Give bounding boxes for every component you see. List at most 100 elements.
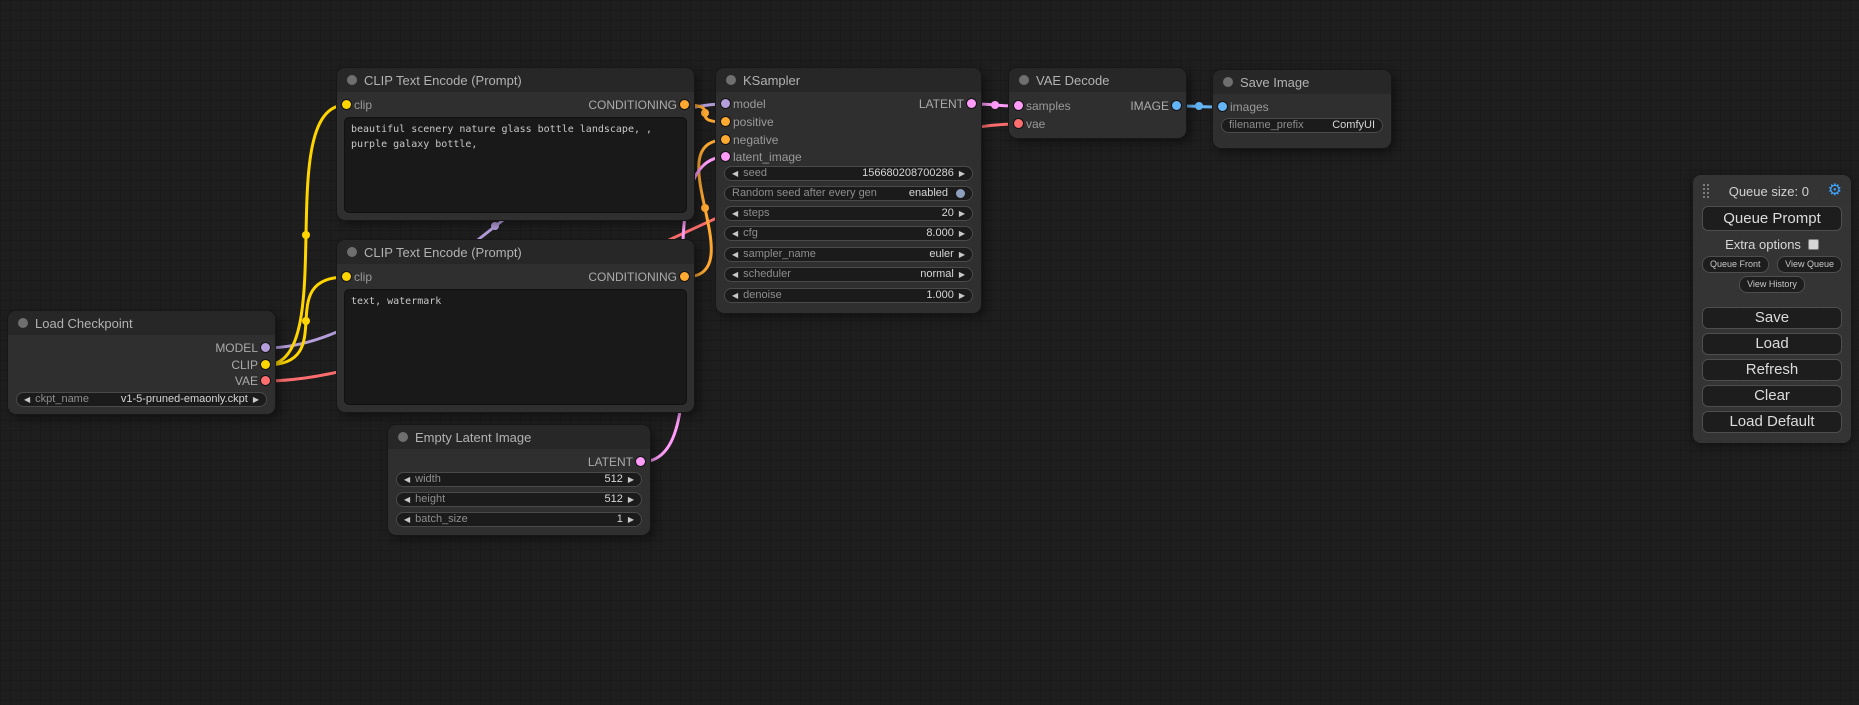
node-empty-latent-image[interactable]: Empty Latent Image LATENT ◀ width 512 ▶ … [388,425,650,535]
widget-seed[interactable]: ◀ seed 156680208700286 ▶ [724,166,973,181]
node-title: VAE Decode [1036,73,1109,88]
output-dot-conditioning[interactable] [680,100,689,109]
load-default-button[interactable]: Load Default [1702,411,1842,433]
node-titlebar[interactable]: CLIP Text Encode (Prompt) [337,68,694,92]
widget-sampler-name[interactable]: ◀ sampler_name euler ▶ [724,247,973,262]
input-dot-samples[interactable] [1014,101,1023,110]
node-title: Empty Latent Image [415,430,531,445]
decrement-icon[interactable]: ◀ [404,516,410,524]
increment-icon[interactable]: ▶ [959,251,965,259]
widget-batch-size[interactable]: ◀ batch_size 1 ▶ [396,512,642,527]
node-title: KSampler [743,73,800,88]
decrement-icon[interactable]: ◀ [732,271,738,279]
increment-icon[interactable]: ▶ [959,230,965,238]
link-dot [991,101,999,109]
input-dot-latent-image[interactable] [721,152,730,161]
decrement-icon[interactable]: ◀ [404,496,410,504]
node-load-checkpoint[interactable]: Load Checkpoint MODEL CLIP VAE ◀ ckpt_na… [8,311,275,414]
increment-icon[interactable]: ▶ [628,496,634,504]
input-dot-positive[interactable] [721,117,730,126]
output-dot-latent[interactable] [967,99,976,108]
node-title: Save Image [1240,75,1309,90]
increment-icon[interactable]: ▶ [628,516,634,524]
output-slot-latent: LATENT [588,455,633,469]
node-save-image[interactable]: Save Image images filename_prefix ComfyU… [1213,70,1391,148]
decrement-icon[interactable]: ◀ [24,396,30,404]
input-dot-clip[interactable] [342,272,351,281]
widget-scheduler[interactable]: ◀ scheduler normal ▶ [724,267,973,282]
collapse-dot-icon[interactable] [1223,77,1233,87]
prompt-textarea[interactable]: beautiful scenery nature glass bottle la… [345,118,686,212]
node-ksampler[interactable]: KSampler model positive negative latent_… [716,68,981,313]
prompt-textarea[interactable]: text, watermark [345,290,686,404]
decrement-icon[interactable]: ◀ [732,230,738,238]
collapse-dot-icon[interactable] [347,247,357,257]
widget-filename-prefix[interactable]: filename_prefix ComfyUI [1221,118,1383,133]
queue-front-button[interactable]: Queue Front [1702,256,1769,273]
increment-icon[interactable]: ▶ [628,476,634,484]
decrement-icon[interactable]: ◀ [404,476,410,484]
link-dot [1195,102,1203,110]
node-clip-text-encode-negative[interactable]: CLIP Text Encode (Prompt) clip CONDITION… [337,240,694,412]
node-titlebar[interactable]: CLIP Text Encode (Prompt) [337,240,694,264]
increment-icon[interactable]: ▶ [959,292,965,300]
widget-ckpt-name[interactable]: ◀ ckpt_name v1-5-pruned-emaonly.ckpt ▶ [16,392,267,407]
decrement-icon[interactable]: ◀ [732,251,738,259]
toggle-icon[interactable] [956,189,965,198]
save-button[interactable]: Save [1702,307,1842,329]
increment-icon[interactable]: ▶ [959,271,965,279]
decrement-icon[interactable]: ◀ [732,292,738,300]
input-dot-vae[interactable] [1014,119,1023,128]
output-slot-conditioning: CONDITIONING [588,98,677,112]
node-titlebar[interactable]: VAE Decode [1009,68,1186,92]
widget-steps[interactable]: ◀ steps 20 ▶ [724,206,973,221]
clear-button[interactable]: Clear [1702,385,1842,407]
drag-handle-icon[interactable] [1702,183,1710,199]
output-dot-model[interactable] [261,343,270,352]
input-dot-negative[interactable] [721,135,730,144]
increment-icon[interactable]: ▶ [959,210,965,218]
output-dot-clip[interactable] [261,360,270,369]
widget-height[interactable]: ◀ height 512 ▶ [396,492,642,507]
settings-gear-icon[interactable]: ⚙ [1828,183,1842,199]
node-clip-text-encode-positive[interactable]: CLIP Text Encode (Prompt) clip CONDITION… [337,68,694,220]
increment-icon[interactable]: ▶ [959,170,965,178]
output-dot-image[interactable] [1172,101,1181,110]
output-dot-vae[interactable] [261,376,270,385]
collapse-dot-icon[interactable] [1019,75,1029,85]
node-vae-decode[interactable]: VAE Decode samples vae IMAGE [1009,68,1186,138]
refresh-button[interactable]: Refresh [1702,359,1842,381]
node-titlebar[interactable]: Save Image [1213,70,1391,94]
view-queue-button[interactable]: View Queue [1777,256,1842,273]
node-graph-canvas[interactable]: Load Checkpoint MODEL CLIP VAE ◀ ckpt_na… [0,0,1859,705]
node-titlebar[interactable]: KSampler [716,68,981,92]
link-dot [701,109,709,117]
extra-options-checkbox[interactable] [1808,239,1819,250]
node-title: CLIP Text Encode (Prompt) [364,73,522,88]
node-titlebar[interactable]: Empty Latent Image [388,425,650,449]
input-dot-images[interactable] [1218,102,1227,111]
node-titlebar[interactable]: Load Checkpoint [8,311,275,335]
widget-width[interactable]: ◀ width 512 ▶ [396,472,642,487]
collapse-dot-icon[interactable] [347,75,357,85]
queue-prompt-button[interactable]: Queue Prompt [1702,206,1842,231]
widget-random-seed-toggle[interactable]: Random seed after every gen enabled [724,186,973,201]
output-dot-latent[interactable] [636,457,645,466]
collapse-dot-icon[interactable] [18,318,28,328]
widget-denoise[interactable]: ◀ denoise 1.000 ▶ [724,288,973,303]
input-dot-clip[interactable] [342,100,351,109]
increment-icon[interactable]: ▶ [253,396,259,404]
load-button[interactable]: Load [1702,333,1842,355]
collapse-dot-icon[interactable] [398,432,408,442]
decrement-icon[interactable]: ◀ [732,210,738,218]
input-dot-model[interactable] [721,99,730,108]
output-slot-latent: LATENT [919,97,964,111]
input-slot-model: model [733,97,766,111]
collapse-dot-icon[interactable] [726,75,736,85]
widget-cfg[interactable]: ◀ cfg 8.000 ▶ [724,226,973,241]
input-slot-clip: clip [354,98,372,112]
link-dot [701,204,709,212]
decrement-icon[interactable]: ◀ [732,170,738,178]
output-dot-conditioning[interactable] [680,272,689,281]
view-history-button[interactable]: View History [1739,276,1805,293]
